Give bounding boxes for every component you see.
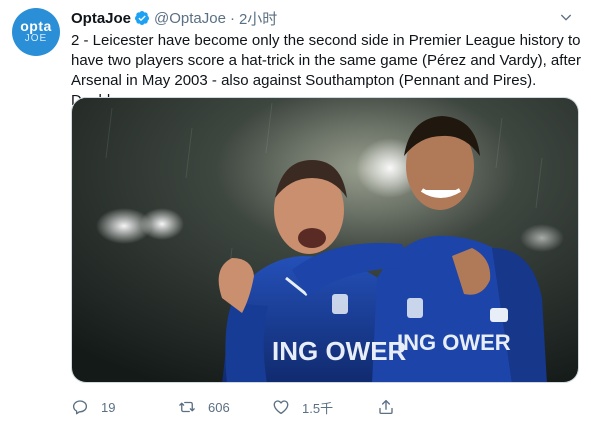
tweet[interactable]: opta JOE OptaJoe @OptaJoe · 2小时 2 - Leic… bbox=[0, 0, 591, 423]
share-icon bbox=[379, 399, 393, 415]
more-options-icon[interactable] bbox=[555, 6, 577, 28]
tweet-timestamp[interactable]: 2小时 bbox=[239, 8, 277, 29]
author-name[interactable]: OptaJoe bbox=[71, 10, 131, 27]
heart-icon bbox=[273, 400, 289, 415]
tweet-photo[interactable]: ING OWER ING OWER bbox=[71, 97, 579, 383]
reply-count: 19 bbox=[101, 399, 116, 415]
avatar[interactable]: opta JOE bbox=[12, 8, 60, 56]
reply-icon bbox=[72, 400, 88, 415]
photo-image: ING OWER ING OWER bbox=[72, 98, 578, 382]
author-handle[interactable]: @OptaJoe bbox=[154, 10, 226, 27]
separator-dot: · bbox=[229, 9, 235, 27]
retweet-icon bbox=[179, 401, 195, 413]
shirt-text-left: ING OWER bbox=[272, 336, 407, 366]
tweet-actions: 19 606 1.5千 bbox=[71, 397, 511, 417]
tweet-header: OptaJoe @OptaJoe · 2小时 bbox=[71, 8, 277, 28]
like-button[interactable]: 1.5千 bbox=[272, 398, 333, 417]
retweet-button[interactable]: 606 bbox=[178, 398, 230, 416]
retweet-count: 606 bbox=[208, 399, 230, 415]
avatar-subtext: JOE bbox=[24, 33, 48, 44]
like-count: 1.5千 bbox=[302, 400, 334, 416]
share-button[interactable] bbox=[377, 398, 395, 416]
reply-button[interactable]: 19 bbox=[71, 398, 115, 416]
shirt-text-right: ING OWER bbox=[397, 330, 511, 355]
verified-badge-icon bbox=[134, 10, 150, 26]
avatar-text: opta bbox=[20, 18, 52, 34]
